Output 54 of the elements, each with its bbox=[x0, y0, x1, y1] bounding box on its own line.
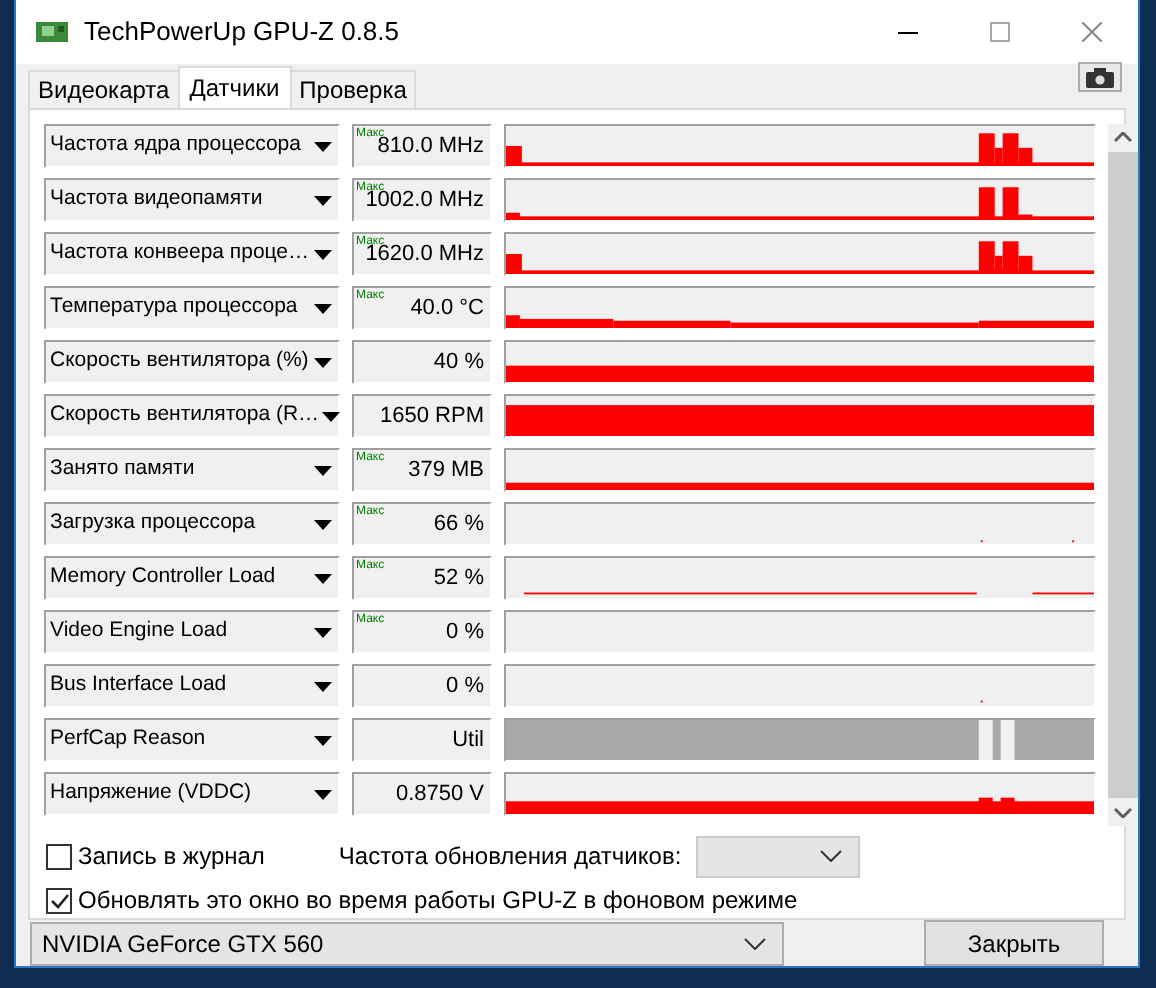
caret-icon bbox=[314, 735, 332, 745]
caret-icon bbox=[314, 519, 332, 529]
scroll-down-icon bbox=[1114, 808, 1132, 818]
sensor-dropdown[interactable]: Частота конвеера проце… bbox=[44, 232, 340, 276]
graphics-card-icon bbox=[36, 20, 68, 44]
camera-icon bbox=[1086, 67, 1114, 87]
chevron-icon bbox=[819, 850, 842, 862]
caret-icon bbox=[314, 465, 332, 475]
sensor-value: 0.8750 V bbox=[352, 772, 492, 816]
caret-icon bbox=[314, 789, 332, 799]
caret-icon bbox=[314, 357, 332, 367]
caret-icon bbox=[314, 573, 332, 583]
tab[interactable]: Проверка bbox=[289, 70, 417, 108]
scroll-up-icon bbox=[1114, 132, 1132, 142]
window-title: TechPowerUp GPU-Z 0.8.5 bbox=[84, 14, 400, 51]
sensor-dropdown[interactable]: Частота ядра процессора bbox=[44, 124, 340, 168]
check-icon bbox=[49, 891, 69, 909]
caret-icon bbox=[314, 303, 332, 313]
sensor-dropdown[interactable]: Скорость вентилятора (R… bbox=[44, 394, 340, 438]
sensor-dropdown[interactable]: Частота видеопамяти bbox=[44, 178, 340, 222]
sensor-dropdown[interactable]: Memory Controller Load bbox=[44, 556, 340, 600]
refresh-rate-select[interactable] bbox=[695, 835, 860, 877]
sensor-dropdown[interactable]: Температура процессора bbox=[44, 286, 340, 330]
checkbox[interactable]: Запись в журнал bbox=[46, 838, 265, 874]
close-dialog-button[interactable]: Закрыть bbox=[924, 920, 1104, 966]
sensor-dropdown[interactable]: Video Engine Load bbox=[44, 610, 340, 654]
tab[interactable]: Видеокарта bbox=[28, 70, 180, 108]
caret-icon bbox=[314, 249, 332, 259]
sensor-dropdown[interactable]: Bus Interface Load bbox=[44, 664, 340, 708]
sensor-dropdown[interactable]: Занято памяти bbox=[44, 448, 340, 492]
caret-icon bbox=[314, 141, 332, 151]
tab[interactable]: Датчики bbox=[177, 66, 292, 108]
screenshot-button[interactable] bbox=[1078, 62, 1122, 92]
sensor-dropdown[interactable]: Скорость вентилятора (%) bbox=[44, 340, 340, 384]
caret-icon bbox=[314, 195, 332, 205]
maximize-icon bbox=[990, 22, 1010, 42]
sensor-value: 0 % bbox=[352, 664, 492, 708]
minimize-icon bbox=[898, 31, 918, 33]
checkbox-box[interactable] bbox=[46, 887, 72, 913]
chevron-icon bbox=[744, 937, 766, 949]
close-icon bbox=[1082, 22, 1102, 42]
caret-icon bbox=[314, 627, 332, 637]
sensor-value: 40 % bbox=[352, 340, 492, 384]
sensor-dropdown[interactable]: PerfCap Reason bbox=[44, 718, 340, 762]
sensor-dropdown[interactable]: Загрузка процессора bbox=[44, 502, 340, 546]
caret-icon bbox=[321, 411, 340, 421]
checkbox-box[interactable] bbox=[46, 843, 72, 869]
device-select[interactable]: NVIDIA GeForce GTX 560 bbox=[30, 921, 784, 965]
sensor-value: 1650 RPM bbox=[352, 394, 492, 438]
caret-icon bbox=[314, 681, 332, 691]
sensor-dropdown[interactable]: Напряжение (VDDC) bbox=[44, 772, 340, 816]
refresh-rate-label: Частота обновления датчиков: bbox=[338, 840, 682, 874]
checkbox[interactable]: Обновлять это окно во время работы GPU-Z в фоновом режиме bbox=[46, 882, 798, 918]
sensor-value: Util bbox=[352, 718, 492, 762]
